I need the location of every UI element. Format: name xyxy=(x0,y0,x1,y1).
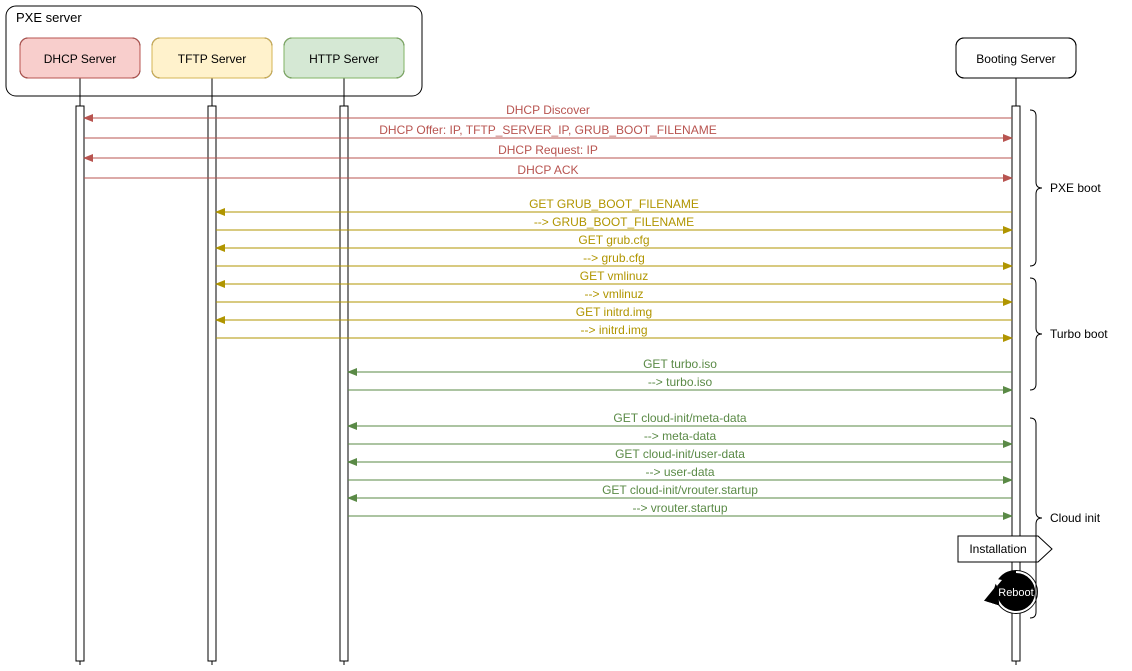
msg-get-grub-boot: GET GRUB_BOOT_FILENAME xyxy=(216,197,1012,212)
svg-text:--> user-data: --> user-data xyxy=(645,465,714,479)
brace-pxe xyxy=(1030,110,1042,266)
activation-tftp xyxy=(208,106,216,661)
svg-text:GET initrd.img: GET initrd.img xyxy=(576,305,652,319)
phase-cloud-label: Cloud init xyxy=(1050,511,1101,525)
svg-text:--> meta-data: --> meta-data xyxy=(644,429,717,443)
svg-text:--> initrd.img: --> initrd.img xyxy=(580,323,647,337)
svg-text:--> vrouter.startup: --> vrouter.startup xyxy=(632,501,727,515)
sequence-diagram: PXE server DHCP Server TFTP Server HTTP … xyxy=(0,0,1132,671)
svg-text:--> GRUB_BOOT_FILENAME: --> GRUB_BOOT_FILENAME xyxy=(534,215,694,229)
msg-get-vrouter: GET cloud-init/vrouter.startup xyxy=(348,483,1012,498)
group-title: PXE server xyxy=(16,10,82,25)
msg-get-turbo-iso: GET turbo.iso xyxy=(348,357,1012,372)
phase-turbo-label: Turbo boot xyxy=(1050,327,1108,341)
msg-resp-vrouter: --> vrouter.startup xyxy=(348,501,1012,516)
msg-get-user-data: GET cloud-init/user-data xyxy=(348,447,1012,462)
svg-text:GET cloud-init/vrouter.startup: GET cloud-init/vrouter.startup xyxy=(602,483,758,497)
svg-text:GET cloud-init/meta-data: GET cloud-init/meta-data xyxy=(613,411,746,425)
msg-get-initrd: GET initrd.img xyxy=(216,305,1012,320)
msg-resp-vmlinuz: --> vmlinuz xyxy=(216,287,1012,302)
msg-dhcp-discover: DHCP Discover xyxy=(84,103,1012,118)
msg-resp-user-data: --> user-data xyxy=(348,465,1012,480)
svg-text:GET GRUB_BOOT_FILENAME: GET GRUB_BOOT_FILENAME xyxy=(529,197,699,211)
msg-resp-grub-boot: --> GRUB_BOOT_FILENAME xyxy=(216,215,1012,230)
note-installation: Installation xyxy=(958,536,1052,562)
svg-text:GET turbo.iso: GET turbo.iso xyxy=(643,357,717,371)
reboot-loop: Reboot xyxy=(992,570,1038,614)
brace-turbo xyxy=(1030,278,1042,390)
msg-resp-meta-data: --> meta-data xyxy=(348,429,1012,444)
svg-text:DHCP Offer: IP, TFTP_SERVER_IP: DHCP Offer: IP, TFTP_SERVER_IP, GRUB_BOO… xyxy=(379,123,716,137)
msg-resp-turbo-iso: --> turbo.iso xyxy=(348,375,1012,390)
participant-tftp-label: TFTP Server xyxy=(178,52,246,66)
msg-get-meta-data: GET cloud-init/meta-data xyxy=(348,411,1012,426)
svg-text:DHCP Request: IP: DHCP Request: IP xyxy=(498,143,598,157)
svg-text:--> vmlinuz: --> vmlinuz xyxy=(584,287,643,301)
msg-resp-initrd: --> initrd.img xyxy=(216,323,1012,338)
msg-dhcp-ack: DHCP ACK xyxy=(84,163,1012,178)
svg-text:DHCP Discover: DHCP Discover xyxy=(506,103,590,117)
msg-dhcp-request: DHCP Request: IP xyxy=(84,143,1012,158)
svg-text:GET vmlinuz: GET vmlinuz xyxy=(580,269,648,283)
svg-text:Installation: Installation xyxy=(969,542,1026,556)
participant-http-label: HTTP Server xyxy=(309,52,379,66)
phase-pxe-label: PXE boot xyxy=(1050,181,1101,195)
svg-text:Reboot: Reboot xyxy=(998,587,1033,599)
participant-dhcp-label: DHCP Server xyxy=(44,52,116,66)
svg-text:GET cloud-init/user-data: GET cloud-init/user-data xyxy=(615,447,745,461)
activation-dhcp xyxy=(76,106,84,661)
msg-get-grub-cfg: GET grub.cfg xyxy=(216,233,1012,248)
svg-text:DHCP ACK: DHCP ACK xyxy=(517,163,578,177)
participant-booting-label: Booting Server xyxy=(976,52,1055,66)
svg-text:GET grub.cfg: GET grub.cfg xyxy=(578,233,649,247)
msg-resp-grub-cfg: --> grub.cfg xyxy=(216,251,1012,266)
activation-http xyxy=(340,106,348,661)
svg-text:--> turbo.iso: --> turbo.iso xyxy=(648,375,713,389)
msg-dhcp-offer: DHCP Offer: IP, TFTP_SERVER_IP, GRUB_BOO… xyxy=(84,123,1012,138)
msg-get-vmlinuz: GET vmlinuz xyxy=(216,269,1012,284)
svg-text:--> grub.cfg: --> grub.cfg xyxy=(583,251,645,265)
